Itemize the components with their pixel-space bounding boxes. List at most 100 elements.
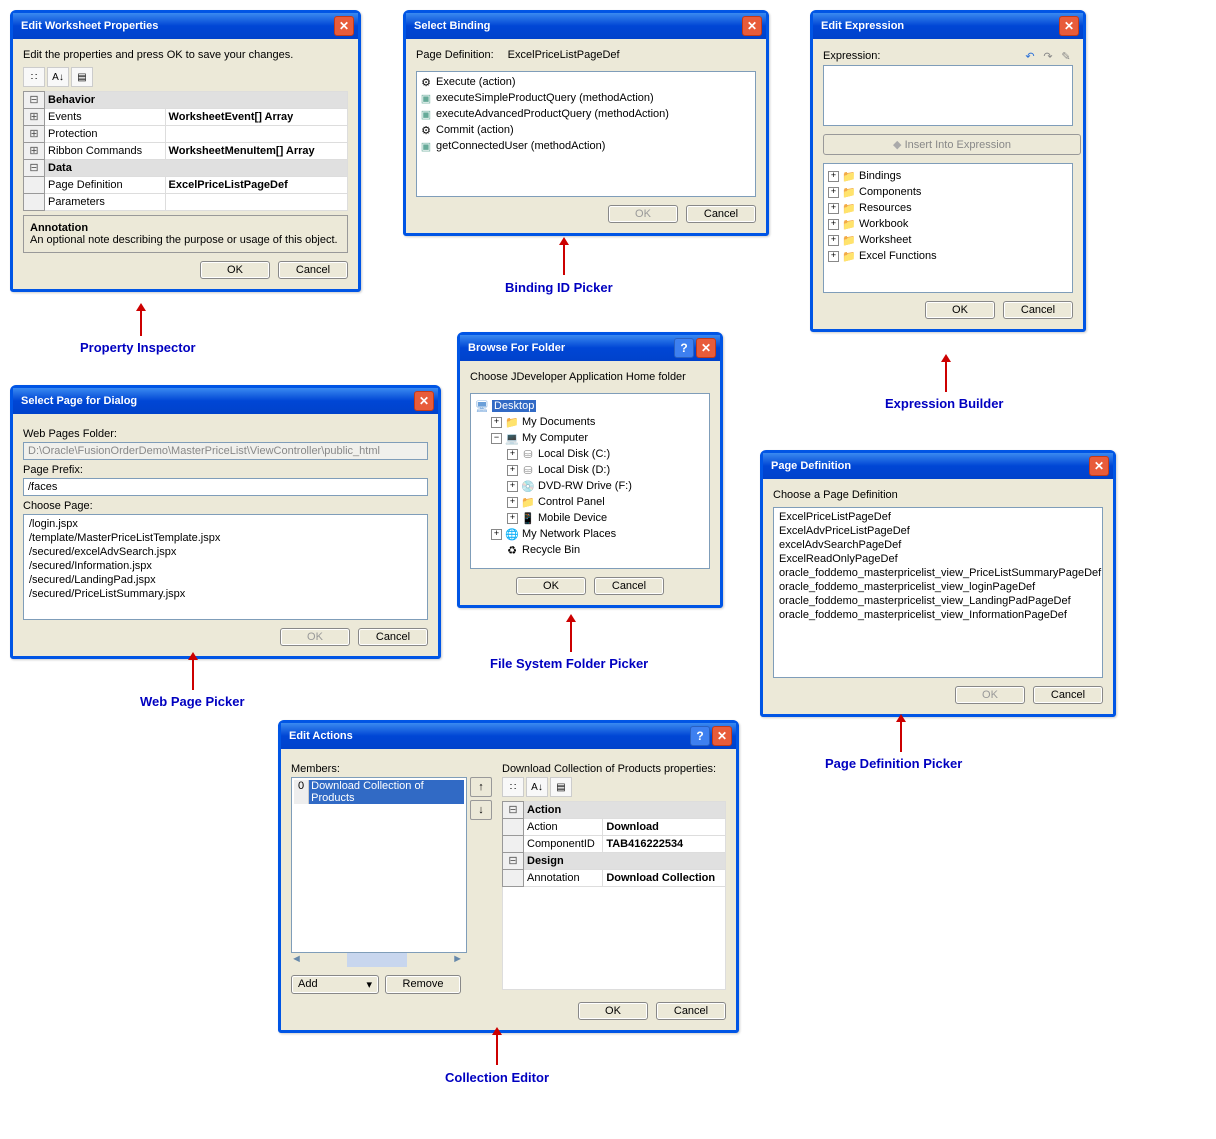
pagedef-list[interactable]: ExcelPriceListPageDef ExcelAdvPriceListP… xyxy=(773,507,1103,678)
expression-textarea[interactable] xyxy=(823,65,1073,126)
tree-item[interactable]: ♻Recycle Bin xyxy=(475,542,705,558)
property-grid[interactable]: ⊟Behavior ⊞EventsWorksheetEvent[] Array … xyxy=(23,91,348,211)
remove-button[interactable]: Remove xyxy=(385,975,461,994)
scroll-right-icon[interactable]: ► xyxy=(452,953,463,967)
pages-icon[interactable]: ▤ xyxy=(71,67,93,87)
section-header[interactable]: Data xyxy=(45,160,348,177)
scroll-left-icon[interactable]: ◄ xyxy=(291,953,302,967)
prefix-input[interactable]: /faces xyxy=(23,478,428,496)
folder-tree[interactable]: 🖥Desktop +📁My Documents −💻My Computer +⛁… xyxy=(470,393,710,569)
ok-button[interactable]: OK xyxy=(578,1002,648,1020)
close-icon[interactable]: ✕ xyxy=(696,338,716,358)
tree-item[interactable]: +💿DVD-RW Drive (F:) xyxy=(475,478,705,494)
close-icon[interactable]: ✕ xyxy=(712,726,732,746)
page-item[interactable]: /login.jspx xyxy=(26,517,425,531)
close-icon[interactable]: ✕ xyxy=(1089,456,1109,476)
binding-item[interactable]: ▣executeAdvancedProductQuery (methodActi… xyxy=(419,106,753,122)
page-item[interactable]: /secured/LandingPad.jspx xyxy=(26,573,425,587)
categorize-icon[interactable]: ∷ xyxy=(23,67,45,87)
prop-value[interactable]: WorksheetMenuItem[] Array xyxy=(165,143,347,160)
pagedef-item[interactable]: oracle_foddemo_masterpricelist_view_Land… xyxy=(776,594,1100,608)
prop-value[interactable]: ExcelPriceListPageDef xyxy=(165,177,347,194)
tree-item[interactable]: +📁Resources xyxy=(828,200,1068,216)
tree-item[interactable]: +🌐My Network Places xyxy=(475,526,705,542)
ok-button[interactable]: OK xyxy=(200,261,270,279)
undo-icon[interactable]: ↶ xyxy=(1023,49,1037,63)
close-icon[interactable]: ✕ xyxy=(334,16,354,36)
section-header[interactable]: Action xyxy=(524,802,726,819)
prop-label[interactable]: Page Definition xyxy=(45,177,166,194)
tree-item[interactable]: +📁Components xyxy=(828,184,1068,200)
cancel-button[interactable]: Cancel xyxy=(686,205,756,223)
categorize-icon[interactable]: ∷ xyxy=(502,777,524,797)
close-icon[interactable]: ✕ xyxy=(414,391,434,411)
binding-list[interactable]: ⚙Execute (action) ▣executeSimpleProductQ… xyxy=(416,71,756,197)
page-item[interactable]: /secured/Information.jspx xyxy=(26,559,425,573)
cancel-button[interactable]: Cancel xyxy=(358,628,428,646)
erase-icon[interactable]: ✎ xyxy=(1059,49,1073,63)
prop-label[interactable]: Action xyxy=(524,819,603,836)
prop-label[interactable]: Events xyxy=(45,109,166,126)
prop-value[interactable] xyxy=(165,194,347,211)
tree-item[interactable]: +📁Workbook xyxy=(828,216,1068,232)
tree-item[interactable]: +📁Bindings xyxy=(828,168,1068,184)
prop-value[interactable]: WorksheetEvent[] Array xyxy=(165,109,347,126)
prop-label[interactable]: Parameters xyxy=(45,194,166,211)
pagedef-item[interactable]: oracle_foddemo_masterpricelist_view_logi… xyxy=(776,580,1100,594)
binding-item[interactable]: ⚙Execute (action) xyxy=(419,74,753,90)
page-list[interactable]: /login.jspx /template/MasterPriceListTem… xyxy=(23,514,428,620)
member-item[interactable]: Download Collection of Products xyxy=(309,780,464,804)
tree-item[interactable]: +⛁Local Disk (C:) xyxy=(475,446,705,462)
cancel-button[interactable]: Cancel xyxy=(1033,686,1103,704)
help-icon[interactable]: ? xyxy=(674,338,694,358)
prop-value[interactable] xyxy=(165,126,347,143)
page-item[interactable]: /template/MasterPriceListTemplate.jspx xyxy=(26,531,425,545)
page-item[interactable]: /secured/PriceListSummary.jspx xyxy=(26,587,425,601)
tree-root[interactable]: 🖥Desktop xyxy=(475,398,705,414)
binding-item[interactable]: ⚙Commit (action) xyxy=(419,122,753,138)
binding-item[interactable]: ▣getConnectedUser (methodAction) xyxy=(419,138,753,154)
ok-button[interactable]: OK xyxy=(925,301,995,319)
pagedef-item[interactable]: ExcelPriceListPageDef xyxy=(776,510,1100,524)
pagedef-item[interactable]: ExcelReadOnlyPageDef xyxy=(776,552,1100,566)
sort-icon[interactable]: A↓ xyxy=(47,67,69,87)
prop-value[interactable]: TAB416222534 xyxy=(603,836,726,853)
move-up-button[interactable]: ↑ xyxy=(470,777,492,797)
property-grid[interactable]: ⊟Action ActionDownload ComponentIDTAB416… xyxy=(502,801,726,990)
prop-label[interactable]: Annotation xyxy=(524,870,603,887)
add-button[interactable]: Add▾ xyxy=(291,975,379,994)
section-header[interactable]: Design xyxy=(524,853,726,870)
help-icon[interactable]: ? xyxy=(690,726,710,746)
tree-item[interactable]: +⛁Local Disk (D:) xyxy=(475,462,705,478)
scroll-thumb[interactable] xyxy=(347,953,407,967)
tree-item[interactable]: +📁My Documents xyxy=(475,414,705,430)
prop-value[interactable]: Download Collection xyxy=(603,870,726,887)
cancel-button[interactable]: Cancel xyxy=(656,1002,726,1020)
prop-value[interactable]: Download xyxy=(603,819,726,836)
pagedef-item[interactable]: oracle_foddemo_masterpricelist_view_Info… xyxy=(776,608,1100,622)
prop-label[interactable]: Protection xyxy=(45,126,166,143)
expression-tree[interactable]: +📁Bindings +📁Components +📁Resources +📁Wo… xyxy=(823,163,1073,293)
page-item[interactable]: /secured/excelAdvSearch.jspx xyxy=(26,545,425,559)
cancel-button[interactable]: Cancel xyxy=(594,577,664,595)
cancel-button[interactable]: Cancel xyxy=(1003,301,1073,319)
members-list[interactable]: 0 Download Collection of Products xyxy=(291,777,467,953)
redo-icon[interactable]: ↷ xyxy=(1041,49,1055,63)
pagedef-item[interactable]: ExcelAdvPriceListPageDef xyxy=(776,524,1100,538)
tree-item[interactable]: −💻My Computer xyxy=(475,430,705,446)
ok-button[interactable]: OK xyxy=(516,577,586,595)
pagedef-item[interactable]: oracle_foddemo_masterpricelist_view_Pric… xyxy=(776,566,1100,580)
pagedef-item[interactable]: excelAdvSearchPageDef xyxy=(776,538,1100,552)
tree-item[interactable]: +📱Mobile Device xyxy=(475,510,705,526)
section-header[interactable]: Behavior xyxy=(45,92,348,109)
move-down-button[interactable]: ↓ xyxy=(470,800,492,820)
close-icon[interactable]: ✕ xyxy=(1059,16,1079,36)
prop-label[interactable]: ComponentID xyxy=(524,836,603,853)
pages-icon[interactable]: ▤ xyxy=(550,777,572,797)
tree-item[interactable]: +📁Excel Functions xyxy=(828,248,1068,264)
tree-item[interactable]: +📁Control Panel xyxy=(475,494,705,510)
binding-item[interactable]: ▣executeSimpleProductQuery (methodAction… xyxy=(419,90,753,106)
close-icon[interactable]: ✕ xyxy=(742,16,762,36)
tree-item[interactable]: +📁Worksheet xyxy=(828,232,1068,248)
sort-icon[interactable]: A↓ xyxy=(526,777,548,797)
